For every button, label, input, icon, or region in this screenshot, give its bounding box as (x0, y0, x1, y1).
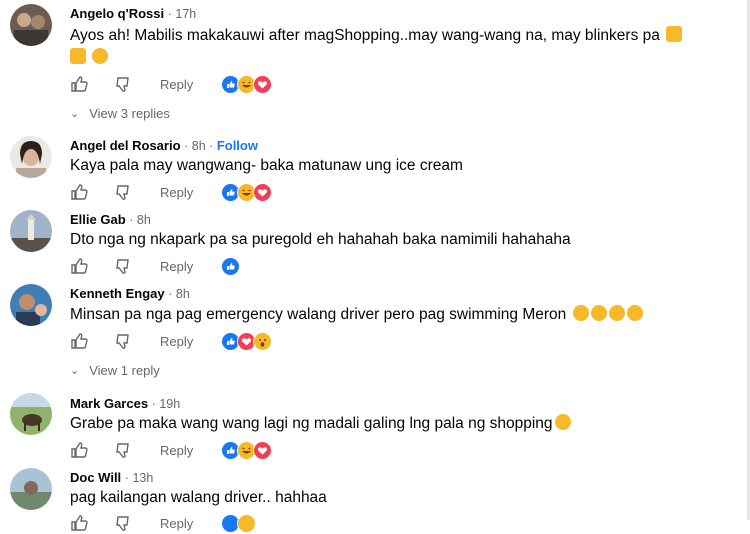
smiling-emoji-icon (92, 48, 109, 64)
reply-button[interactable]: Reply (160, 185, 193, 200)
thumbs-up-emoji-icon (70, 48, 86, 64)
dislike-icon[interactable] (114, 441, 132, 459)
reaction-summary[interactable] (221, 513, 257, 533)
commenter-name[interactable]: Doc Will (70, 470, 121, 485)
reply-button[interactable]: Reply (160, 77, 193, 92)
reaction-summary[interactable] (221, 256, 241, 276)
comment-time[interactable]: 19h (159, 397, 180, 411)
rofl-emoji-icon (608, 305, 625, 321)
avatar[interactable] (10, 284, 52, 326)
timestamp-separator: · (129, 213, 137, 227)
wow-reaction-icon (253, 331, 273, 351)
avatar[interactable] (10, 210, 52, 252)
rofl-emoji-icon (572, 305, 589, 321)
reaction-summary[interactable] (221, 182, 273, 202)
view-replies-label: View 1 reply (89, 363, 160, 378)
reaction-summary[interactable] (221, 440, 273, 460)
comment-time[interactable]: 13h (132, 471, 153, 485)
reply-button[interactable]: Reply (160, 516, 193, 531)
rofl-emoji-icon (590, 305, 607, 321)
commenter-name[interactable]: Angelo q'Rossi (70, 6, 164, 21)
dislike-icon[interactable] (114, 183, 132, 201)
like-icon[interactable] (70, 514, 88, 532)
rofl-emoji-icon (626, 305, 643, 321)
like-reaction-icon (221, 256, 241, 276)
comment-text: Grabe pa maka wang wang lagi ng madali g… (70, 415, 553, 432)
like-icon[interactable] (70, 332, 88, 350)
commenter-name[interactable]: Kenneth Engay (70, 286, 165, 301)
timestamp-separator: · (184, 139, 192, 153)
like-icon[interactable] (70, 257, 88, 275)
comment-text: Kaya pala may wangwang- baka matunaw ung… (70, 157, 463, 174)
view-replies-link[interactable]: ⌄ View 3 replies (70, 106, 170, 121)
follow-button[interactable]: Follow (217, 138, 258, 153)
commenter-name[interactable]: Mark Garces (70, 396, 148, 411)
rofl-emoji-icon (554, 414, 571, 430)
commenter-name[interactable]: Angel del Rosario (70, 138, 181, 153)
avatar[interactable] (10, 393, 52, 435)
like-icon[interactable] (70, 183, 88, 201)
haha-reaction-icon (237, 513, 257, 533)
view-replies-link[interactable]: ⌄ View 1 reply (70, 363, 160, 378)
reply-button[interactable]: Reply (160, 259, 193, 274)
avatar[interactable] (10, 4, 52, 46)
avatar[interactable] (10, 468, 52, 510)
dislike-icon[interactable] (114, 514, 132, 532)
comment-text: Ayos ah! Mabilis makakauwi after magShop… (70, 27, 660, 44)
comment-text: Dto nga ng nkapark pa sa puregold eh hah… (70, 231, 571, 248)
comment-text: Minsan pa nga pag emergency walang drive… (70, 306, 567, 323)
dislike-icon[interactable] (114, 75, 132, 93)
chevron-down-icon: ⌄ (70, 365, 80, 377)
dislike-icon[interactable] (114, 257, 132, 275)
reaction-summary[interactable] (221, 74, 273, 94)
avatar[interactable] (10, 136, 52, 178)
love-reaction-icon (253, 182, 273, 202)
reply-button[interactable]: Reply (160, 334, 193, 349)
like-icon[interactable] (70, 441, 88, 459)
timestamp-separator: · (205, 139, 217, 153)
dislike-icon[interactable] (114, 332, 132, 350)
comment-text: pag kailangan walang driver.. hahhaa (70, 489, 327, 506)
comment-time[interactable]: 8h (137, 213, 151, 227)
comment-time[interactable]: 8h (176, 287, 190, 301)
comment-time[interactable]: 8h (192, 139, 206, 153)
love-reaction-icon (253, 74, 273, 94)
reaction-summary[interactable] (221, 331, 273, 351)
love-reaction-icon (253, 440, 273, 460)
like-icon[interactable] (70, 75, 88, 93)
commenter-name[interactable]: Ellie Gab (70, 212, 126, 227)
comment-time[interactable]: 17h (175, 7, 196, 21)
chevron-down-icon: ⌄ (70, 108, 80, 120)
timestamp-separator: · (168, 287, 176, 301)
view-replies-label: View 3 replies (89, 106, 170, 121)
reply-button[interactable]: Reply (160, 443, 193, 458)
thumbs-up-emoji-icon (666, 26, 683, 42)
